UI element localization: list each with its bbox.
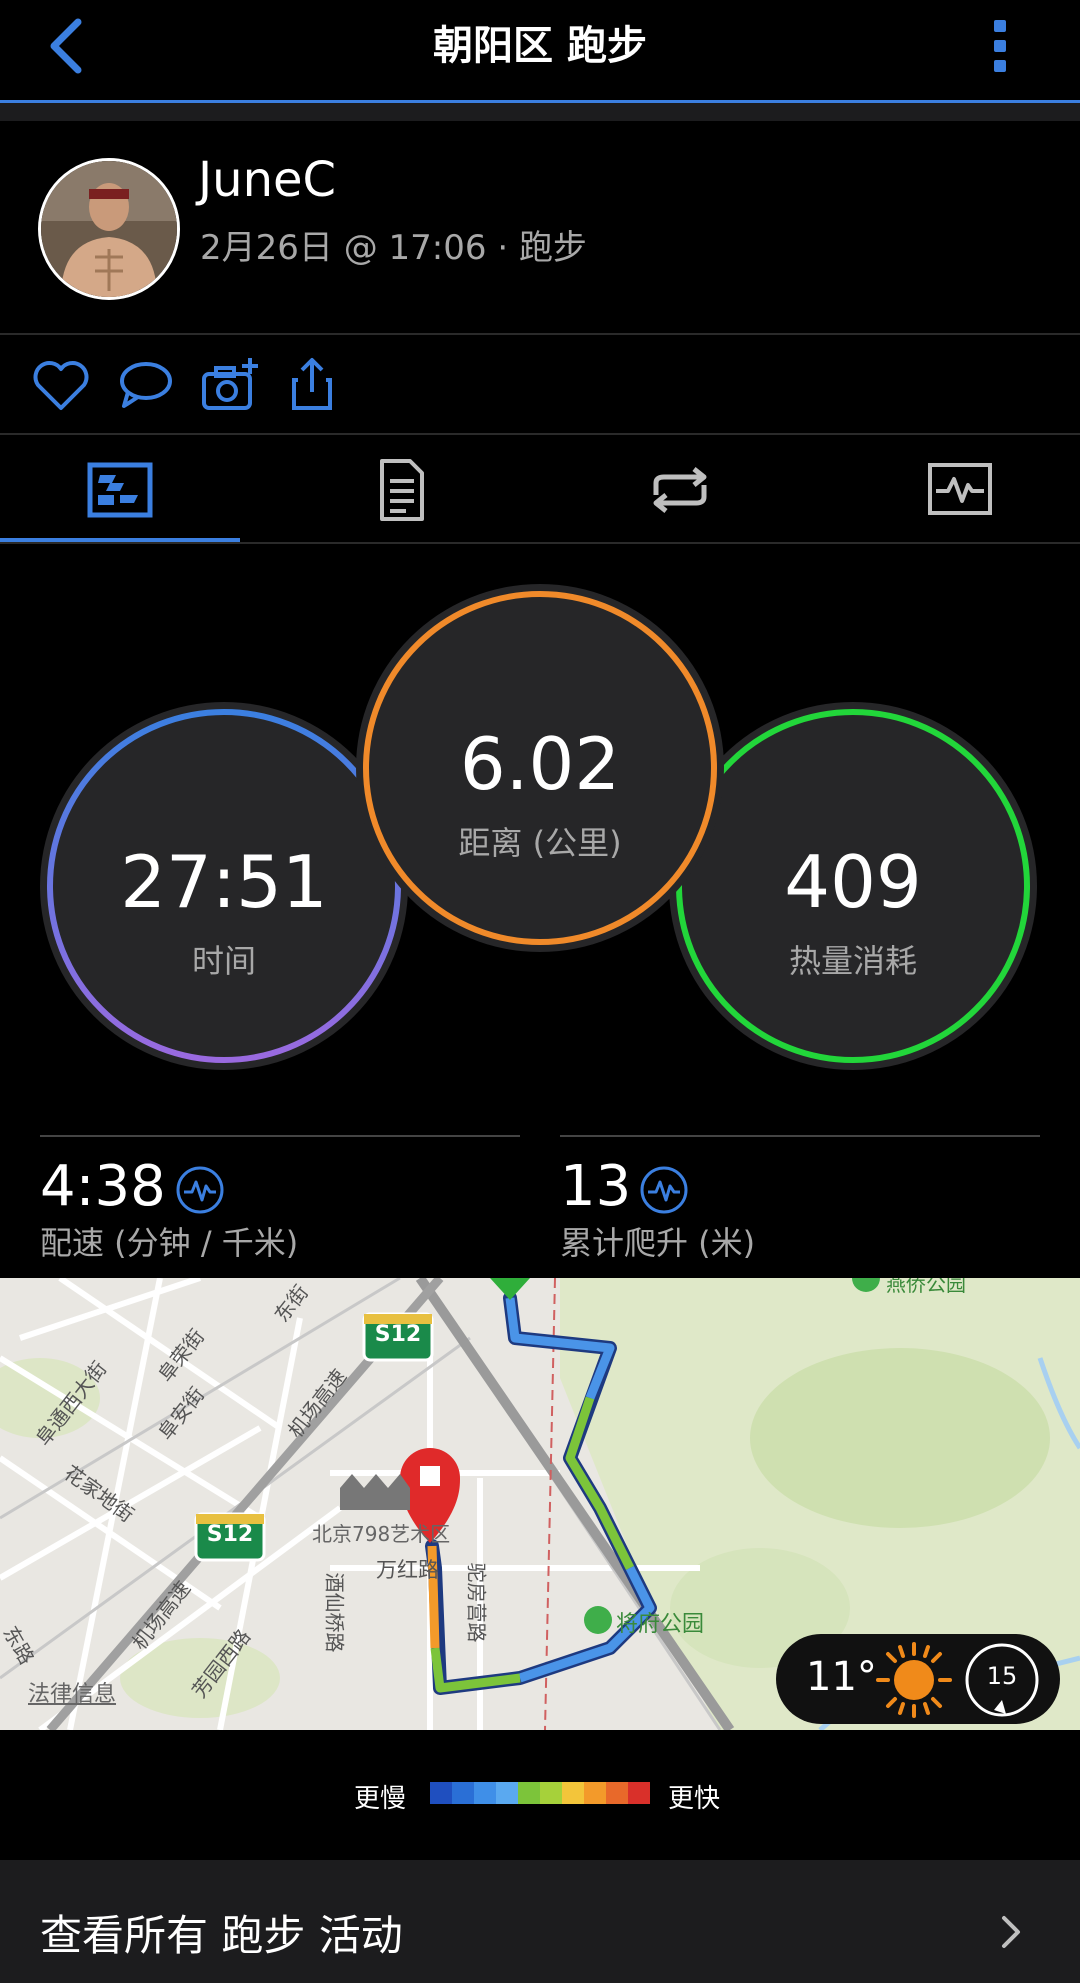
time-label: 时间 (191, 942, 256, 980)
calories-stat: 409 热量消耗 (669, 840, 1037, 1000)
add-photo-icon[interactable] (196, 352, 262, 418)
activity-subtitle: 2月26日 @ 17:06 · 跑步 (200, 220, 587, 269)
avatar[interactable] (38, 158, 180, 300)
more-vertical-icon[interactable] (982, 14, 1018, 78)
subtitle-separator: · (497, 228, 509, 268)
elevation-label: 累计爬升 (米) (560, 1224, 756, 1262)
weather-badge: 11° 15 (776, 1634, 1060, 1724)
legal-info-link[interactable]: 法律信息 (28, 1676, 116, 1708)
time-value: 27:51 (120, 840, 328, 924)
map-label-jiangfu-park: 将府公园 (616, 1612, 705, 1637)
tab-bar-divider (0, 542, 1080, 544)
pace-scale-swatch (606, 1782, 628, 1804)
pace-scale-swatch (518, 1782, 540, 1804)
route-map[interactable]: S12 S12 北京798艺术区 万红路 酒仙桥路 驼房营路 将府公园 阜通西大… (0, 1278, 1080, 1730)
header-gap (0, 103, 1080, 121)
heart-icon[interactable] (28, 352, 94, 418)
legend-faster-label: 更快 (668, 1784, 721, 1814)
pace-scale-swatch (474, 1782, 496, 1804)
comment-icon[interactable] (112, 352, 178, 418)
pace-label: 配速 (分钟 / 千米) (40, 1224, 299, 1262)
s12-shield-label: S12 (206, 1522, 254, 1547)
username[interactable]: JuneC (198, 152, 336, 208)
tab-details[interactable] (356, 455, 444, 525)
pace-scale-swatch (452, 1782, 474, 1804)
map-label-jiuxianqiao: 酒仙桥路 (322, 1572, 347, 1653)
avatar-image (41, 161, 177, 297)
stat-divider (40, 1135, 520, 1137)
pace-scale-swatch (496, 1782, 518, 1804)
pace-scale-swatch (584, 1782, 606, 1804)
activity-date: 2月26日 @ 17:06 (200, 228, 487, 268)
tab-charts[interactable] (916, 455, 1004, 525)
map-label-tuofangying: 驼房营路 (464, 1562, 489, 1643)
calories-value: 409 (784, 840, 922, 924)
s12-shield-label: S12 (374, 1322, 422, 1347)
tab-summary[interactable] (76, 455, 164, 525)
divider (0, 433, 1080, 435)
pace-scale-swatch (562, 1782, 584, 1804)
pace-scale-swatch (628, 1782, 650, 1804)
share-icon[interactable] (280, 352, 346, 418)
elevation-value: 13 (560, 1154, 632, 1219)
divider (0, 333, 1080, 335)
stat-divider (560, 1135, 1040, 1137)
legend-slower-label: 更慢 (354, 1784, 407, 1814)
sun-icon (876, 1642, 952, 1718)
view-all-runs-label: 查看所有 跑步 活动 (40, 1911, 403, 1960)
page-title: 朝阳区 跑步 (433, 23, 647, 69)
wind-speed: 15 (986, 1662, 1018, 1690)
map-label-park-top: 燕侨公园 (886, 1278, 966, 1296)
pace-chart-icon[interactable] (174, 1164, 226, 1216)
pace-value: 4:38 (40, 1154, 166, 1219)
pace-scale-swatch (540, 1782, 562, 1804)
tab-laps[interactable] (636, 455, 724, 525)
chevron-right-icon (1002, 1916, 1020, 1948)
pace-scale-swatch (430, 1782, 452, 1804)
weather-temperature: 11° (806, 1654, 877, 1700)
distance-value: 6.02 (459, 722, 621, 806)
elevation-chart-icon[interactable] (638, 1164, 690, 1216)
calories-label: 热量消耗 (788, 942, 917, 980)
map-label-798: 北京798艺术区 (312, 1522, 451, 1546)
map-label-wanhong: 万红路 (376, 1558, 439, 1582)
activity-type: 跑步 (518, 228, 587, 268)
time-stat: 27:51 时间 (40, 840, 408, 1000)
top-app-bar: 朝阳区 跑步 (0, 0, 1080, 103)
pace-color-scale (430, 1782, 650, 1804)
